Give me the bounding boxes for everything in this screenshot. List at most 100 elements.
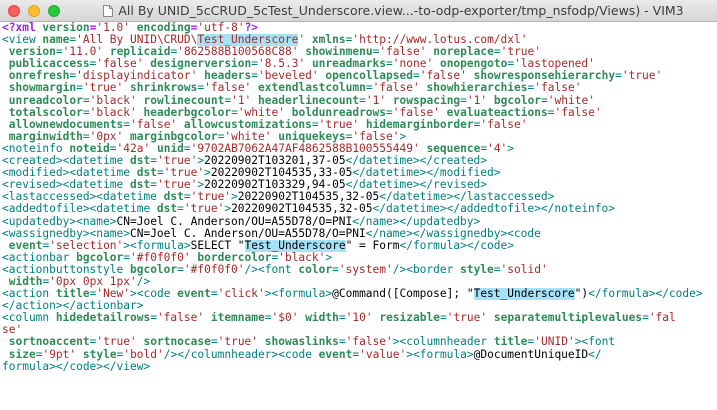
close-window-button[interactable] [8, 5, 20, 17]
code-token: itemname [210, 312, 265, 325]
code-token: = [150, 155, 157, 168]
code-line[interactable]: <addedtofile><datetime dst='true'>202209… [2, 203, 717, 215]
code-token: 'New' [96, 288, 131, 301]
code-token: 20220902T104535,32-05 [237, 191, 380, 204]
code-token: hidemarginborder [365, 118, 474, 131]
code-token: 'http://www.lotus.com/dxl' [352, 34, 528, 47]
code-line[interactable]: <actionbar bgcolor='#f0f0f0' bordercolor… [2, 252, 717, 264]
vim-window: All By UNID_5cCRUD_5cTest_Underscore.vie… [0, 0, 717, 410]
code-line[interactable]: marginwidth='0px' marginbgcolor='white' … [2, 131, 717, 143]
code-line[interactable]: se' [2, 324, 717, 336]
code-token: 'true' [318, 118, 360, 131]
code-line[interactable]: <column hidedetailrows='false' itemname=… [2, 312, 717, 324]
code-line[interactable]: <lastaccessed><datetime dst='true'>20220… [2, 191, 717, 203]
code-token: headerbgcolor [143, 106, 232, 119]
window-title: All By UNID_5cCRUD_5cTest_Underscore.vie… [118, 3, 684, 18]
code-line[interactable]: size='9pt' style='bold'/></columnheader>… [2, 349, 717, 361]
code-token: sortnoaccent [8, 336, 90, 349]
code-token: ><font [574, 336, 616, 349]
code-line[interactable]: <actionbuttonstyle bgcolor='#f0f0f0'/><f… [2, 264, 717, 276]
zoom-window-button[interactable] [48, 5, 60, 17]
title-bar[interactable]: All By UNID_5cCRUD_5cTest_Underscore.vie… [0, 0, 717, 22]
code-token: </action></actionbar> [2, 300, 144, 313]
code-token: unreadcolor [8, 94, 83, 107]
code-token: /></columnheader><code [163, 348, 319, 361]
code-token: showmargin [8, 82, 77, 95]
code-line[interactable]: sortnoaccent='true' sortnocase='true' sh… [2, 336, 717, 348]
code-token: unid [156, 142, 184, 155]
code-line[interactable]: <noteinfo noteid='42a' unid='9702AB7062A… [2, 143, 717, 155]
code-token: 'true' [156, 155, 198, 168]
code-token: 'black' [89, 106, 137, 119]
code-token: sequence [426, 142, 481, 155]
code-token: = [82, 94, 90, 107]
code-token: <?xml [2, 22, 43, 34]
code-line[interactable]: <revised><datetime dst='true'>20220902T1… [2, 179, 717, 191]
code-line[interactable]: totalscolor='black' headerbgcolor='white… [2, 107, 717, 119]
code-token: headerlinecount [258, 94, 360, 107]
code-line[interactable]: allownewdocuments='false' allowcustomiza… [2, 119, 717, 131]
code-token: '862588B100568C88' [177, 46, 299, 59]
code-token: hidedetailrows [55, 312, 151, 325]
code-token: 'bold' [123, 348, 164, 361]
code-token: = [231, 106, 238, 119]
code-token: rowlinecount [143, 94, 225, 107]
code-line[interactable]: <created><datetime dst='true'>20220902T1… [2, 155, 717, 167]
code-line[interactable]: onrefresh = 'displayindicator' headers = 'be… [2, 70, 717, 82]
code-text[interactable]: <?xml version='1.0' encoding='utf-8'?> <v… [0, 22, 717, 373]
code-token: '10' [345, 312, 373, 325]
code-token: = [123, 251, 130, 264]
code-token: se' [2, 324, 23, 337]
code-token: = [412, 70, 420, 83]
code-token: </ [588, 348, 602, 361]
editor-buffer[interactable]: <?xml version='1.0' encoding='utf-8'?> <v… [0, 22, 717, 410]
code-token: 'true' [621, 70, 663, 83]
code-token: allowcustomizations [183, 118, 312, 131]
code-token: <column [2, 312, 56, 325]
code-line[interactable]: </action></actionbar> [2, 300, 717, 312]
code-token: = [460, 94, 467, 107]
code-line[interactable]: <wassignedby><name>CN=Joel C. Anderson/O… [2, 228, 717, 240]
code-token: onrefresh [8, 70, 70, 83]
code-token: showhierarchies [426, 82, 528, 95]
code-token: '#f0f0f0' [130, 251, 191, 264]
code-token: = [338, 312, 346, 325]
code-line[interactable]: <updatedby><name>CN=Joel C. Anderson/OU=… [2, 216, 717, 228]
code-token: showresponsehierarchy [473, 70, 616, 83]
code-token: > [204, 167, 211, 180]
code-token: 'fal [648, 312, 676, 325]
code-line[interactable]: <?xml version='1.0' encoding='utf-8'?> [2, 22, 717, 34]
code-token: <created><datetime [2, 155, 130, 168]
code-line[interactable]: <view name='All By UNID\CRUD\Test_Unders… [2, 34, 717, 47]
code-line[interactable]: event='selection'><formula>SELECT "Test_… [2, 239, 717, 252]
code-line[interactable]: unreadcolor='black' rowlinecount='1' hea… [2, 95, 717, 107]
code-line[interactable]: publicaccess='false' designerversion='8.… [2, 58, 717, 70]
code-token: noreplace [433, 46, 494, 59]
code-token: evaluateactions [446, 106, 548, 119]
code-line[interactable]: <action title='New'><code event='click'>… [2, 288, 717, 301]
code-token: CN=Joel C. Anderson/OU=A55D78/O=PNI [129, 227, 366, 240]
code-token: '4' [487, 142, 508, 155]
code-token: name [42, 34, 70, 47]
code-token: dst [136, 167, 157, 180]
code-token: publicaccess [8, 58, 90, 71]
code-line[interactable]: formula></code></view> [2, 361, 717, 373]
search-highlight: Test_Underscore [473, 288, 575, 301]
code-token: ><formula> [123, 239, 191, 252]
code-token: > [507, 142, 515, 155]
code-line[interactable]: <modified><datetime dst='true'>20220902T… [2, 167, 717, 179]
code-token: ><code [130, 288, 178, 301]
code-token: bgcolor [129, 263, 178, 276]
code-line[interactable]: version='11.0' replicaid='862588B100568C… [2, 46, 717, 58]
code-token: <lastaccessed><datetime [2, 191, 164, 204]
code-token: 20220902T104535,32-05 [231, 203, 373, 216]
code-token: dst [129, 179, 151, 192]
minimize-window-button[interactable] [28, 5, 40, 17]
code-line[interactable]: width='0px 0px 1px'/> [2, 276, 717, 288]
code-line[interactable]: showmargin='true' shrinkrows='false' ext… [2, 82, 717, 94]
